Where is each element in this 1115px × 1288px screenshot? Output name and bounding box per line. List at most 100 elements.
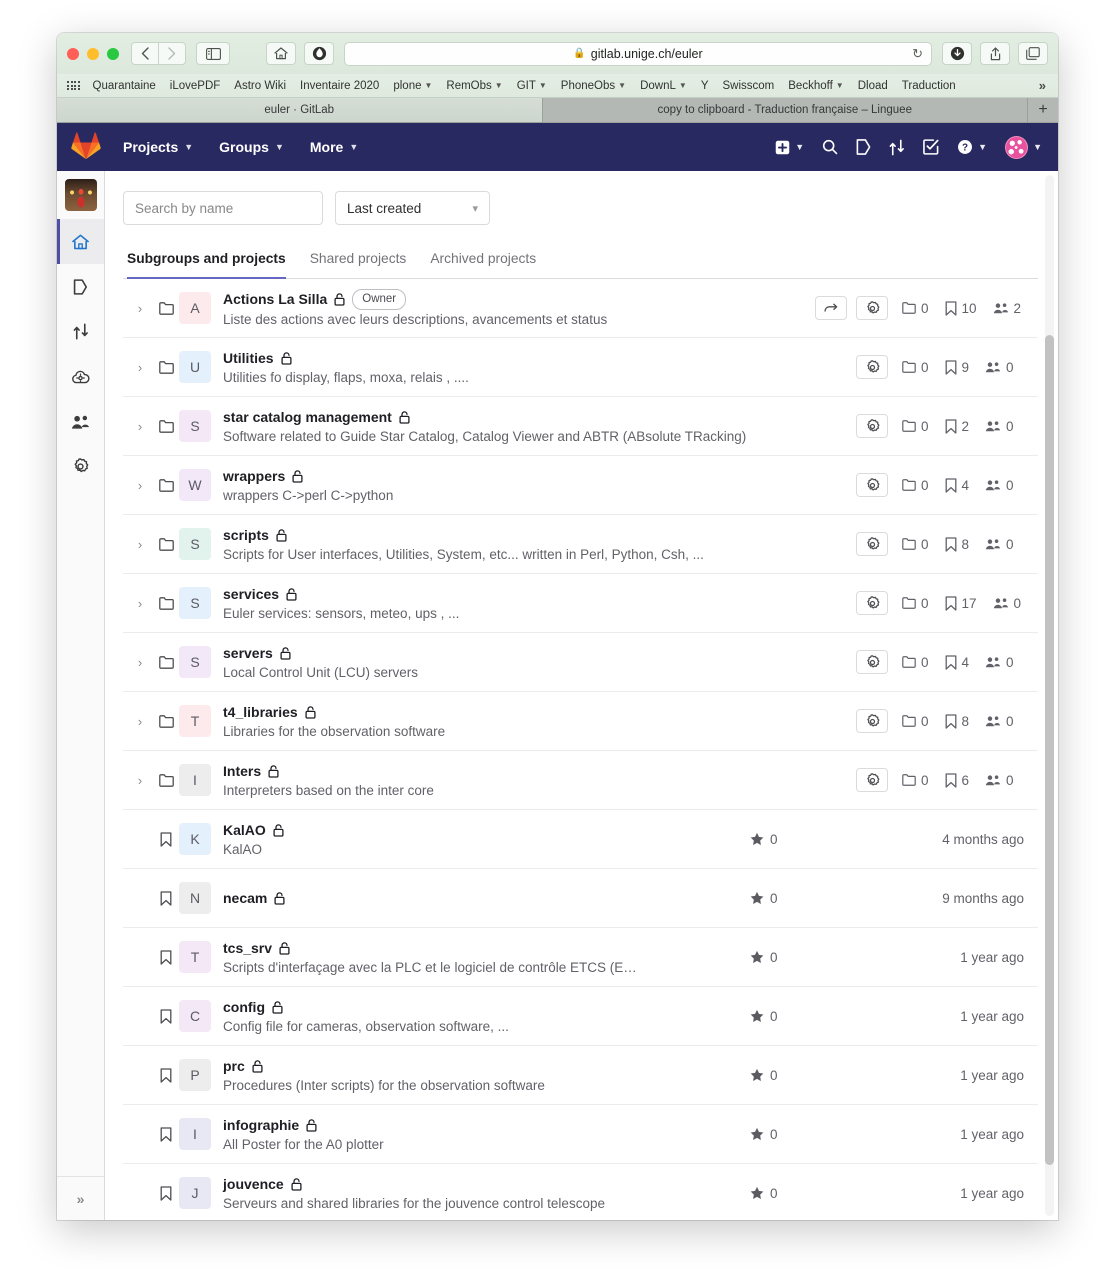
group-settings-button[interactable]: [856, 473, 888, 497]
table-row[interactable]: ›UUtilitiesUtilities fo display, flaps, …: [123, 338, 1038, 397]
leave-group-button[interactable]: [815, 296, 847, 320]
minimize-window-button[interactable]: [87, 48, 99, 60]
stars-count[interactable]: 0: [750, 1186, 778, 1201]
main-scrollbar-thumb[interactable]: [1045, 335, 1054, 1165]
group-name[interactable]: Inters: [223, 762, 261, 780]
main-scrollbar-track[interactable]: [1045, 175, 1054, 1216]
group-name[interactable]: star catalog management: [223, 408, 392, 426]
project-name[interactable]: KalAO: [223, 821, 266, 839]
merge-requests-icon[interactable]: [889, 139, 905, 156]
expand-group-button[interactable]: ›: [127, 655, 153, 670]
search-input[interactable]: [123, 191, 323, 225]
bookmark-item[interactable]: plone▼: [386, 80, 439, 92]
project-name[interactable]: necam: [223, 889, 267, 907]
sidebar-item-members[interactable]: [57, 399, 104, 444]
group-name[interactable]: Utilities: [223, 349, 274, 367]
bookmark-item[interactable]: GIT▼: [510, 80, 554, 92]
share-icon[interactable]: [980, 42, 1010, 65]
group-name[interactable]: wrappers: [223, 467, 285, 485]
table-row[interactable]: JjouvenceServeurs and shared libraries f…: [123, 1164, 1038, 1220]
stars-count[interactable]: 0: [750, 950, 778, 965]
group-settings-button[interactable]: [856, 591, 888, 615]
bookmark-item[interactable]: PhoneObs▼: [554, 80, 633, 92]
bookmark-item[interactable]: Quarantaine: [86, 80, 163, 92]
search-icon[interactable]: [822, 139, 838, 155]
apps-grid-icon[interactable]: [67, 81, 80, 90]
group-name[interactable]: t4_libraries: [223, 703, 298, 721]
stars-count[interactable]: 0: [750, 832, 778, 847]
expand-chevron-icon[interactable]: ›: [138, 655, 142, 670]
tab-shared-projects[interactable]: Shared projects: [298, 247, 419, 278]
expand-group-button[interactable]: ›: [127, 773, 153, 788]
tab-subgroups-and-projects[interactable]: Subgroups and projects: [123, 247, 298, 278]
bookmark-item[interactable]: DownL▼: [633, 80, 694, 92]
sort-dropdown[interactable]: Last created ▾: [335, 191, 490, 225]
sidebar-item-settings[interactable]: [57, 444, 104, 489]
sidebar-collapse-button[interactable]: »: [57, 1176, 104, 1220]
sidebar-item-merge-requests[interactable]: [57, 309, 104, 354]
tab-archived-projects[interactable]: Archived projects: [418, 247, 548, 278]
help-icon[interactable]: ? ▼: [957, 139, 987, 155]
bookmark-item[interactable]: Astro Wiki: [227, 80, 293, 92]
bookmark-item[interactable]: iLovePDF: [163, 80, 228, 92]
group-name[interactable]: scripts: [223, 526, 269, 544]
table-row[interactable]: ›SscriptsScripts for User interfaces, Ut…: [123, 515, 1038, 574]
table-row[interactable]: CconfigConfig file for cameras, observat…: [123, 987, 1038, 1046]
expand-chevron-icon[interactable]: ›: [138, 360, 142, 375]
expand-chevron-icon[interactable]: ›: [138, 537, 142, 552]
address-bar[interactable]: 🔒 gitlab.unige.ch/euler ↻: [344, 42, 932, 66]
table-row[interactable]: ›Tt4_librariesLibraries for the observat…: [123, 692, 1038, 751]
back-button[interactable]: [131, 42, 159, 65]
table-row[interactable]: ›Sstar catalog managementSoftware relate…: [123, 397, 1038, 456]
bookmark-item[interactable]: Traduction: [895, 80, 963, 92]
project-name[interactable]: jouvence: [223, 1175, 284, 1193]
close-window-button[interactable]: [67, 48, 79, 60]
bookmark-item[interactable]: Beckhoff▼: [781, 80, 850, 92]
stars-count[interactable]: 0: [750, 891, 778, 906]
table-row[interactable]: ›IIntersInterpreters based on the inter …: [123, 751, 1038, 810]
table-row[interactable]: Ttcs_srvScripts d'interfaçage avec la PL…: [123, 928, 1038, 987]
new-tab-button[interactable]: +: [1028, 98, 1058, 122]
table-row[interactable]: ›AActions La SillaOwnerListe des actions…: [123, 279, 1038, 338]
sidebar-item-issues[interactable]: [57, 264, 104, 309]
maximize-window-button[interactable]: [107, 48, 119, 60]
expand-group-button[interactable]: ›: [127, 360, 153, 375]
home-icon[interactable]: [266, 42, 296, 65]
stars-count[interactable]: 0: [750, 1127, 778, 1142]
browser-tab[interactable]: copy to clipboard - Traduction française…: [543, 98, 1029, 122]
bookmark-item[interactable]: Swisscom: [715, 80, 781, 92]
table-row[interactable]: IinfographieAll Poster for the A0 plotte…: [123, 1105, 1038, 1164]
issues-icon[interactable]: [856, 139, 871, 155]
group-settings-button[interactable]: [856, 768, 888, 792]
stars-count[interactable]: 0: [750, 1009, 778, 1024]
group-name[interactable]: Actions La Silla: [223, 290, 327, 308]
sidebar-item-group-overview[interactable]: [57, 219, 104, 264]
group-name[interactable]: servers: [223, 644, 273, 662]
bookmarks-overflow-button[interactable]: »: [1033, 78, 1052, 93]
expand-group-button[interactable]: ›: [127, 537, 153, 552]
expand-group-button[interactable]: ›: [127, 596, 153, 611]
download-icon[interactable]: [942, 42, 972, 65]
tabs-overview-icon[interactable]: [1018, 42, 1048, 65]
table-row[interactable]: Nnecam09 months ago: [123, 869, 1038, 928]
group-settings-button[interactable]: [856, 709, 888, 733]
bookmark-item[interactable]: Dload: [851, 80, 895, 92]
group-settings-button[interactable]: [856, 650, 888, 674]
table-row[interactable]: PprcProcedures (Inter scripts) for the o…: [123, 1046, 1038, 1105]
user-menu[interactable]: ▼: [1005, 136, 1042, 159]
expand-chevron-icon[interactable]: ›: [138, 596, 142, 611]
todos-icon[interactable]: [923, 139, 939, 155]
project-name[interactable]: config: [223, 998, 265, 1016]
nav-link-groups[interactable]: Groups▼: [219, 139, 284, 155]
expand-group-button[interactable]: ›: [127, 419, 153, 434]
group-settings-button[interactable]: [856, 355, 888, 379]
group-name[interactable]: services: [223, 585, 279, 603]
expand-chevron-icon[interactable]: ›: [138, 714, 142, 729]
project-name[interactable]: prc: [223, 1057, 245, 1075]
expand-group-button[interactable]: ›: [127, 301, 153, 316]
table-row[interactable]: ›SservicesEuler services: sensors, meteo…: [123, 574, 1038, 633]
project-name[interactable]: infographie: [223, 1116, 299, 1134]
project-name[interactable]: tcs_srv: [223, 939, 272, 957]
forward-button[interactable]: [158, 42, 186, 65]
expand-group-button[interactable]: ›: [127, 478, 153, 493]
